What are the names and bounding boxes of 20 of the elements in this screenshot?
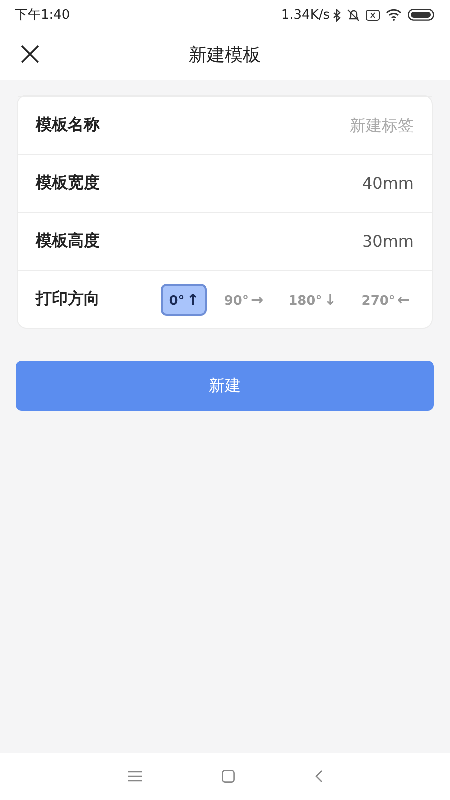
field-label: 模板宽度	[36, 173, 100, 194]
network-speed: 1.34K/s	[281, 8, 330, 22]
wifi-icon	[386, 9, 402, 21]
bluetooth-icon	[333, 8, 341, 22]
field-label: 模板高度	[36, 231, 100, 252]
sim-icon	[366, 10, 380, 20]
battery-icon	[408, 9, 436, 21]
page-title: 新建模板	[189, 44, 261, 67]
text-field[interactable]: 新建标签	[110, 114, 414, 138]
menu-icon[interactable]	[128, 771, 142, 782]
text-field[interactable]: 30mm	[110, 230, 414, 254]
close-button[interactable]: ×	[12, 37, 48, 71]
field-label: 打印方向	[36, 289, 100, 310]
back-icon[interactable]	[314, 770, 322, 783]
text-field[interactable]: 40mm	[110, 172, 414, 196]
alarm-off-icon	[347, 8, 360, 22]
field-label: 模板名称	[36, 115, 100, 136]
orientation-option[interactable]: 0°↑	[161, 284, 208, 316]
status-time: 下午1:40	[15, 7, 70, 24]
home-icon[interactable]	[222, 770, 234, 783]
